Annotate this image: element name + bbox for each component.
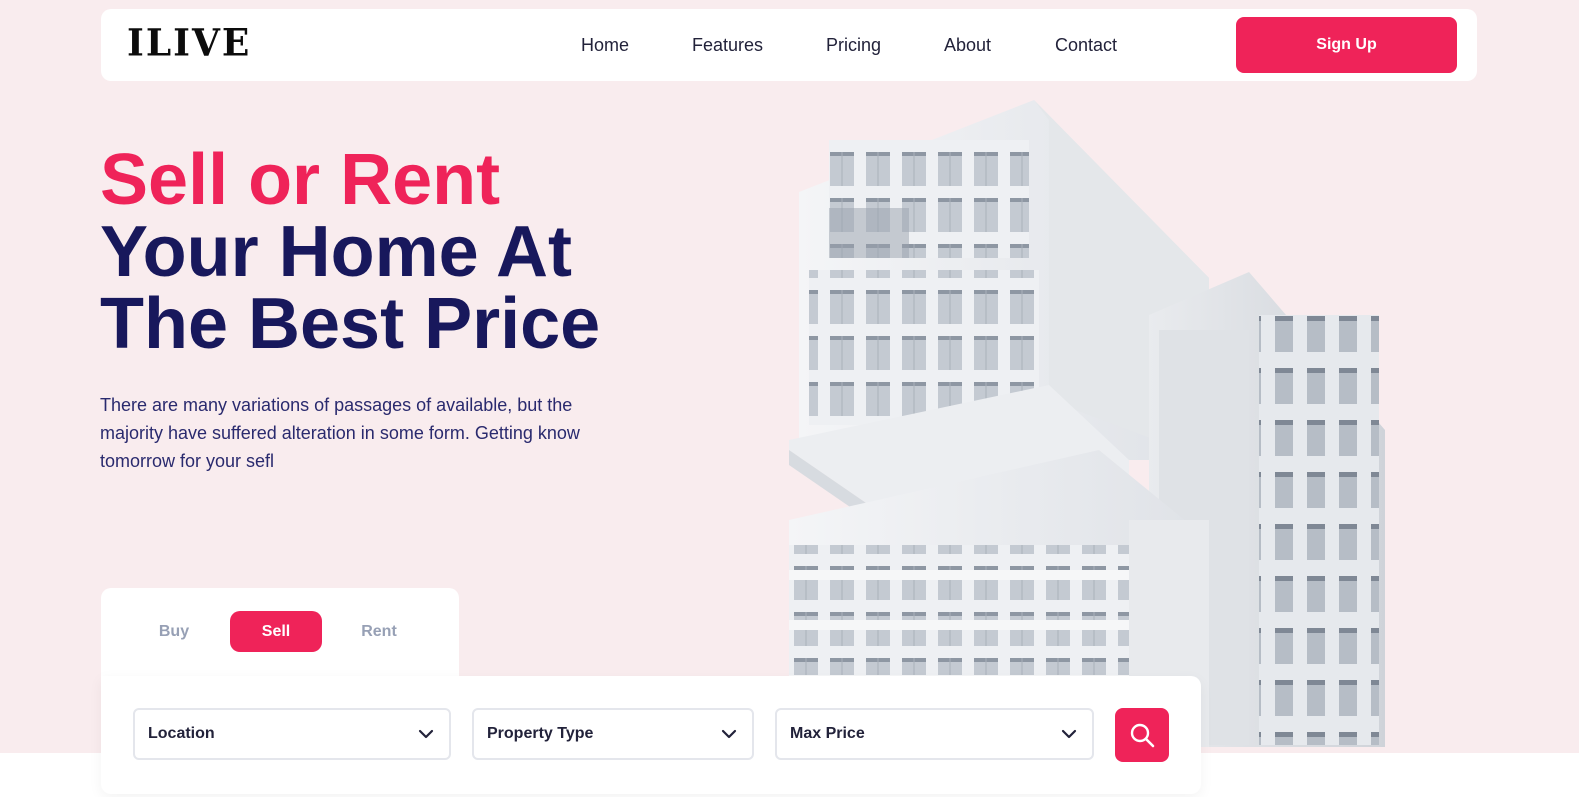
property-type-select-label: Property Type [487, 725, 594, 742]
search-form: Location Property Type Max Price [101, 676, 1201, 794]
nav-link-home[interactable]: Home [581, 34, 629, 56]
max-price-select[interactable]: Max Price [775, 708, 1094, 760]
nav-link-about[interactable]: About [944, 34, 991, 56]
headline-accent: Sell or Rent [100, 140, 501, 220]
max-price-select-label: Max Price [790, 725, 865, 742]
chevron-down-icon [1061, 729, 1077, 739]
hero-description: There are many variations of passages of… [100, 395, 580, 471]
property-type-select[interactable]: Property Type [472, 708, 754, 760]
sign-up-button[interactable]: Sign Up [1236, 17, 1457, 73]
headline-line-3: The Best Price [100, 284, 601, 364]
nav-link-pricing[interactable]: Pricing [826, 34, 881, 56]
building-image [789, 100, 1385, 747]
chevron-down-icon [721, 729, 737, 739]
navbar: ILIVE Home Features Pricing About Contac… [101, 9, 1477, 81]
headline-line-2: Your Home At [100, 212, 573, 292]
search-button[interactable] [1115, 708, 1169, 762]
nav-link-contact[interactable]: Contact [1055, 34, 1117, 56]
location-select-label: Location [148, 725, 215, 742]
tab-buy[interactable]: Buy [136, 611, 212, 652]
nav-link-features[interactable]: Features [692, 34, 763, 56]
chevron-down-icon [418, 729, 434, 739]
location-select[interactable]: Location [133, 708, 451, 760]
tab-sell[interactable]: Sell [230, 611, 322, 652]
hero-headline: Sell or Rent Your Home At The Best Price [100, 144, 600, 360]
search-icon [1130, 723, 1155, 748]
tab-rent[interactable]: Rent [339, 611, 419, 652]
